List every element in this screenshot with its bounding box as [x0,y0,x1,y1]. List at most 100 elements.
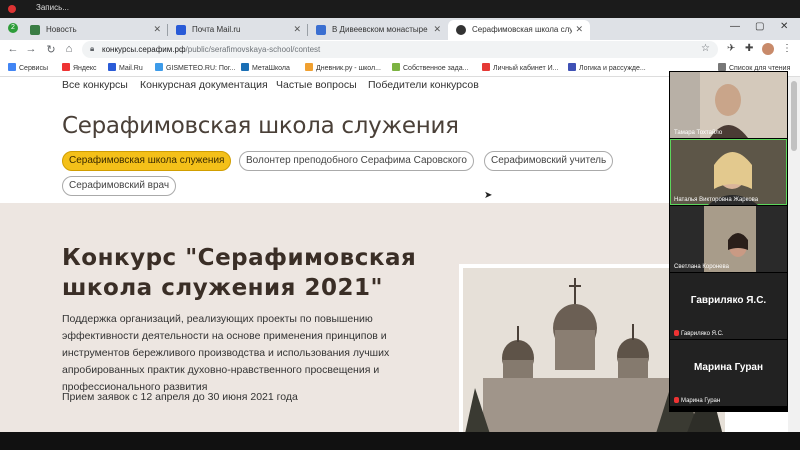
participant-display-name: Гавриляко Я.С. [690,295,767,306]
tab-counter-icon[interactable]: 2 [8,23,18,33]
tab-news[interactable]: Новость ✕ [22,20,168,40]
participant-name-with-muted-mic: Гавриляко Я.С. [674,330,724,337]
cabinet-icon [482,63,490,71]
bookmark-item[interactable]: GISMETEO.RU: Пог... [155,63,235,72]
extension-icon[interactable]: ✈ [727,43,735,54]
bookmark-item[interactable]: Mail.Ru [108,63,143,72]
mailru-icon [108,63,116,71]
page-favicon-icon [316,25,326,35]
taskbar [0,432,800,450]
participant-name: Марина Гуран [681,398,721,404]
logic-icon [568,63,576,71]
lock-icon[interactable]: 🔒︎ [90,44,94,54]
bookmark-label: МетаШкола [252,65,290,72]
tab-seraphim-active[interactable]: Серафимовская школа служения ✕ [448,20,590,40]
window-close-icon[interactable]: ✕ [780,21,788,32]
yandex-icon [62,63,70,71]
recording-bar: Запись... [0,0,800,18]
seraphim-favicon-icon [456,25,466,35]
participant-video [670,139,787,205]
contest-hero: Конкурс "Серафимовская школа служения 20… [0,203,729,432]
maximize-icon[interactable]: ▢ [755,21,764,32]
news-favicon-icon [30,25,40,35]
participant-name-with-muted-mic: Марина Гуран [674,397,720,404]
tab-mail[interactable]: Почта Mail.ru ✕ [168,20,308,40]
hero-description: Поддержка организаций, реализующих проек… [62,313,390,393]
home-icon[interactable]: ⌂ [62,43,76,55]
back-icon[interactable]: ← [6,43,20,55]
bookmark-item[interactable]: Логика и рассужде... [568,63,646,72]
url-host: конкурсы.серафим.рф [102,45,186,54]
participant-video [670,72,787,138]
scroll-thumb[interactable] [791,81,797,151]
pill-teacher[interactable]: Серафимовский учитель [484,151,614,171]
bookmark-item[interactable]: Собственное зада... [392,63,469,72]
nav-winners[interactable]: Победители конкурсов [368,79,479,91]
participant-tile[interactable]: Светлана Коронева [670,206,787,272]
close-icon[interactable]: ✕ [575,24,583,35]
bookmark-item[interactable]: Яндекс [62,63,97,72]
bookmark-item[interactable]: Дневник.ру - школ... [305,63,381,72]
bookmark-item[interactable]: Сервисы [8,63,48,72]
url-path: /public/serafimovskaya-school/contest [185,45,321,54]
tab-strip: 2 Новость ✕ Почта Mail.ru ✕ В Дивеевском… [0,18,800,53]
page-title: Серафимовская школа служения [62,113,459,139]
toolbar: ← → ↻ ⌂ 🔒︎ конкурсы.серафим.рф/public/se… [0,40,800,60]
url-text[interactable]: конкурсы.серафим.рф/public/serafimovskay… [102,45,320,54]
bookmark-label: Яндекс [73,65,97,72]
participant-name: Тамара Тохтайло [674,130,723,136]
participant-display-name: Марина Гуран [693,362,764,373]
bookmark-item[interactable]: Личный кабинет И... [482,63,558,72]
hero-title-line1: Конкурс "Серафимовская [62,245,417,271]
close-icon[interactable]: ✕ [153,24,161,35]
participant-name: Гавриляко Я.С. [681,331,724,337]
menu-icon[interactable]: ⋮ [782,43,792,54]
tab-label: В Дивеевском монастыре прод [332,25,430,34]
mouse-cursor-icon: ➤ [484,190,493,201]
participant-name: Светлана Коронева [674,264,729,270]
bookmark-item[interactable]: МетаШкола [241,63,290,72]
pill-school-of-service[interactable]: Серафимовская школа служения [62,151,232,171]
muted-mic-icon [674,330,679,336]
participant-tile-active[interactable]: Наталья Викторовна Жаркова [670,139,787,205]
bookmark-label: Mail.Ru [119,65,143,72]
participant-tile[interactable]: Тамара Тохтайло [670,72,787,138]
close-icon[interactable]: ✕ [293,24,301,35]
puzzle-icon[interactable]: ✚ [745,43,753,54]
tab-label: Новость [46,25,77,34]
tab-label: Серафимовская школа служения [472,25,572,34]
participant-tile[interactable]: Марина Гуран Марина Гуран [670,340,787,406]
minimize-icon[interactable]: — [730,21,740,32]
bookmark-label: Логика и рассужде... [579,65,646,72]
close-icon[interactable]: ✕ [433,24,441,35]
reload-icon[interactable]: ↻ [44,43,58,56]
participant-name: Наталья Викторовна Жаркова [674,197,759,203]
nav-documentation[interactable]: Конкурсная документация [140,79,268,91]
muted-mic-icon [674,397,679,403]
nav-faq[interactable]: Частые вопросы [276,79,357,91]
mail-favicon-icon [176,25,186,35]
nav-all-contests[interactable]: Все конкурсы [62,79,128,91]
participant-video [670,206,787,272]
gismeteo-icon [155,63,163,71]
bookmark-star-icon[interactable]: ☆ [701,43,710,54]
bookmark-label: Дневник.ру - школ... [316,65,381,72]
bookmark-label: Личный кабинет И... [493,65,559,72]
record-icon [8,5,16,13]
tab-diveevo[interactable]: В Дивеевском монастыре прод ✕ [308,20,448,40]
bookmark-label: GISMETEO.RU: Пог... [166,65,236,72]
forward-icon[interactable]: → [24,43,38,55]
reading-list-icon [718,63,726,71]
metaschool-icon [241,63,249,71]
video-participants-panel: Тамара Тохтайло Наталья Викторовна Жарко… [669,71,788,412]
task-icon [392,63,400,71]
participant-tile[interactable]: Гавриляко Я.С. Гавриляко Я.С. [670,273,787,339]
recording-label: Запись... [36,3,69,12]
pill-doctor[interactable]: Серафимовский врач [62,176,177,196]
profile-avatar[interactable] [762,43,774,55]
address-bar[interactable]: 🔒︎ конкурсы.серафим.рф/public/serafimovs… [82,41,718,58]
site-nav: Все конкурсы Конкурсная документация Час… [0,77,670,97]
hero-dates: Прием заявок с 12 апреля до 30 июня 2021… [62,391,298,403]
pill-volunteer[interactable]: Волонтер преподобного Серафима Саровског… [239,151,474,171]
page-scrollbar[interactable] [788,77,800,432]
